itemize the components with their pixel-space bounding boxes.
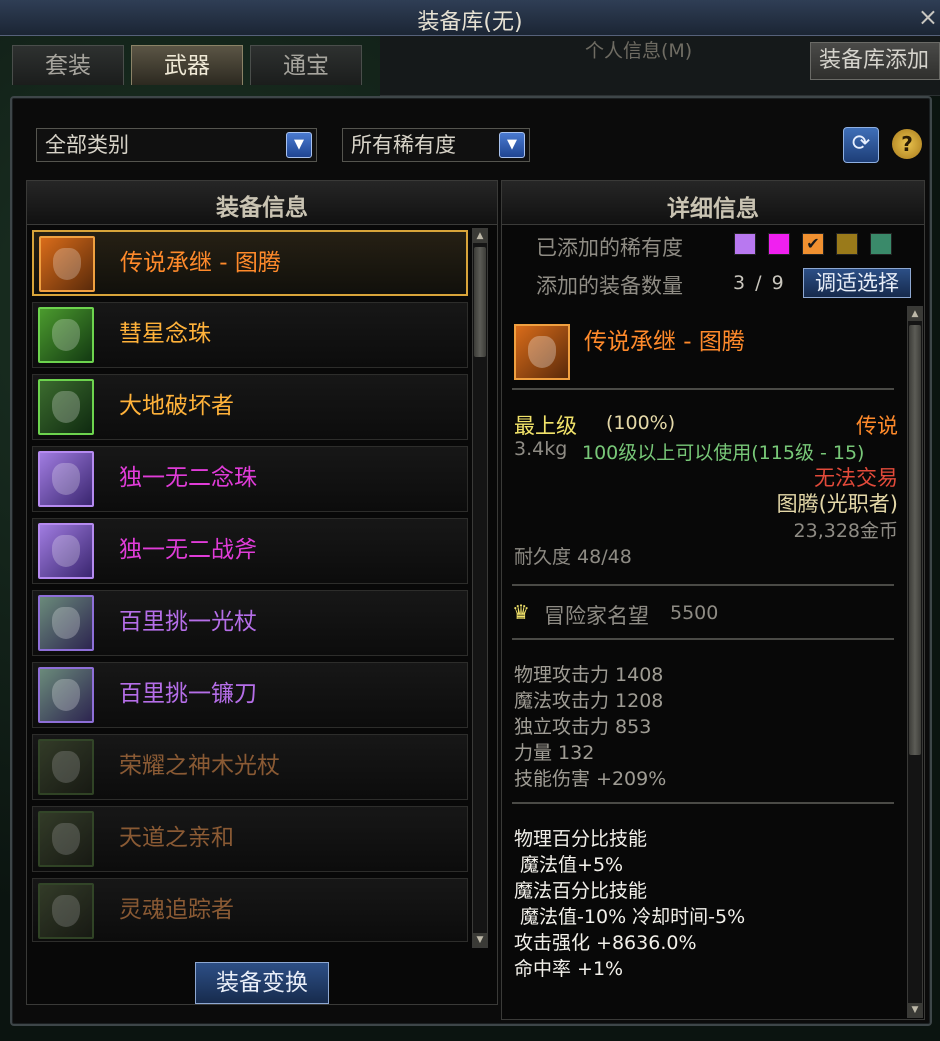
rarity-swatch-other[interactable] — [870, 233, 892, 255]
grade-percent: (100%) — [606, 412, 676, 434]
tab-treasure[interactable]: 通宝 — [250, 45, 362, 85]
list-item[interactable]: 大地破坏者 — [32, 374, 468, 440]
axe-icon — [38, 883, 94, 939]
category-selected: 全部类别 — [45, 133, 129, 157]
rarity-swatch-legendary-checked[interactable]: ✔ — [802, 233, 824, 255]
effect-line: 魔法值-10% 冷却时间-5% — [514, 906, 746, 928]
equipment-info-header: 装备信息 — [27, 181, 497, 225]
item-name: 天道之亲和 — [119, 825, 234, 851]
stat-skill-damage: 技能伤害 +209% — [514, 768, 667, 790]
tab-set[interactable]: 套装 — [12, 45, 124, 85]
chevron-down-icon[interactable]: ▼ — [499, 132, 525, 158]
grade-label: 最上级 — [514, 414, 577, 438]
help-icon[interactable]: ? — [892, 129, 922, 159]
adjust-selection-button[interactable]: 调适选择 — [803, 268, 911, 298]
rarity-dropdown[interactable]: 所有稀有度 ▼ — [342, 128, 530, 162]
rosary-icon — [38, 451, 94, 507]
scroll-down-icon[interactable]: ▼ — [908, 1003, 922, 1017]
background-panel-title: 个人信息(M) — [585, 40, 693, 62]
effect-line: 物理百分比技能 — [514, 828, 648, 850]
durability: 耐久度 48/48 — [514, 546, 632, 568]
added-count-value: 3 / 9 — [733, 272, 786, 294]
list-item[interactable]: 独一无二战斧 — [32, 518, 468, 584]
totem-icon — [39, 236, 95, 292]
level-requirement: 100级以上可以使用(115级 - 15) — [582, 442, 865, 464]
fame-icon: ♛ — [512, 600, 530, 624]
scroll-up-icon[interactable]: ▲ — [473, 229, 487, 243]
detail-info-header: 详细信息 — [502, 181, 924, 225]
effect-line: 攻击强化 +8636.0% — [514, 932, 697, 954]
rosary-icon — [38, 811, 94, 867]
battle-axe-icon — [38, 523, 94, 579]
staff-icon — [38, 595, 94, 651]
totem-icon — [514, 324, 570, 380]
effect-line: 命中率 +1% — [514, 958, 624, 980]
item-type: 图腾(光职者) — [776, 492, 898, 516]
rarity-swatch-unique[interactable] — [768, 233, 790, 255]
item-name: 百里挑一镰刀 — [119, 681, 257, 707]
refresh-button[interactable]: ⟳ — [843, 127, 879, 163]
item-name: 百里挑一光杖 — [119, 609, 257, 635]
stat-strength: 力量 132 — [514, 742, 595, 764]
list-item[interactable]: 百里挑一镰刀 — [32, 662, 468, 728]
rarity-text: 传说 — [856, 414, 898, 438]
scroll-thumb[interactable] — [474, 247, 486, 357]
detail-scrollbar[interactable]: ▲ ▼ — [907, 306, 923, 1018]
axe-icon — [38, 379, 94, 435]
added-count-label: 添加的装备数量 — [536, 274, 683, 298]
staff-icon — [38, 739, 94, 795]
effect-line: 魔法百分比技能 — [514, 880, 648, 902]
item-name: 彗星念珠 — [119, 321, 211, 347]
rarity-swatch-rare[interactable] — [734, 233, 756, 255]
fame-label: 冒险家名望 — [544, 604, 649, 628]
divider — [512, 584, 894, 586]
rosary-icon — [38, 307, 94, 363]
chevron-down-icon[interactable]: ▼ — [286, 132, 312, 158]
fame-value: 5500 — [670, 602, 719, 624]
close-icon[interactable]: × — [918, 3, 938, 31]
window-title: 装备库(无) — [417, 10, 523, 35]
stat-magic-attack: 魔法攻击力 1208 — [514, 690, 664, 712]
item-name: 独一无二战斧 — [119, 537, 257, 563]
list-item[interactable]: 天道之亲和 — [32, 806, 468, 872]
list-item[interactable]: 独一无二念珠 — [32, 446, 468, 512]
scroll-up-icon[interactable]: ▲ — [908, 307, 922, 321]
effect-line: 魔法值+5% — [514, 854, 624, 876]
list-item[interactable]: 百里挑一光杖 — [32, 590, 468, 656]
item-name: 灵魂追踪者 — [119, 897, 234, 923]
item-name: 传说承继 - 图腾 — [120, 250, 281, 276]
divider — [512, 638, 894, 640]
item-name: 独一无二念珠 — [119, 465, 257, 491]
category-dropdown[interactable]: 全部类别 ▼ — [36, 128, 317, 162]
item-name: 大地破坏者 — [119, 393, 234, 419]
tab-weapon[interactable]: 武器 — [131, 45, 243, 85]
swap-equipment-button[interactable]: 装备变换 — [195, 962, 329, 1004]
list-scrollbar[interactable]: ▲ ▼ — [472, 228, 488, 948]
stat-independent-attack: 独立攻击力 853 — [514, 716, 652, 738]
scroll-thumb[interactable] — [909, 325, 921, 755]
list-item[interactable]: 传说承继 - 图腾 — [32, 230, 468, 296]
refresh-icon: ⟳ — [851, 131, 871, 156]
rarity-swatch-epic[interactable] — [836, 233, 858, 255]
item-price: 23,328金币 — [793, 520, 898, 542]
list-item[interactable]: 彗星念珠 — [32, 302, 468, 368]
list-item[interactable]: 灵魂追踪者 — [32, 878, 468, 942]
detail-item-name: 传说承继 - 图腾 — [584, 329, 745, 355]
scythe-icon — [38, 667, 94, 723]
item-name: 荣耀之神木光杖 — [119, 753, 280, 779]
stat-physical-attack: 物理攻击力 1408 — [514, 664, 664, 686]
weight-value: 3.4kg — [514, 438, 568, 460]
list-item[interactable]: 荣耀之神木光杖 — [32, 734, 468, 800]
scroll-down-icon[interactable]: ▼ — [473, 933, 487, 947]
title-bar: 装备库(无) × — [0, 0, 940, 36]
added-rarity-label: 已添加的稀有度 — [536, 236, 683, 260]
equipment-add-button[interactable]: 装备库添加 — [810, 42, 940, 80]
rarity-selected: 所有稀有度 — [351, 133, 456, 157]
divider — [512, 802, 894, 804]
divider — [512, 388, 894, 390]
